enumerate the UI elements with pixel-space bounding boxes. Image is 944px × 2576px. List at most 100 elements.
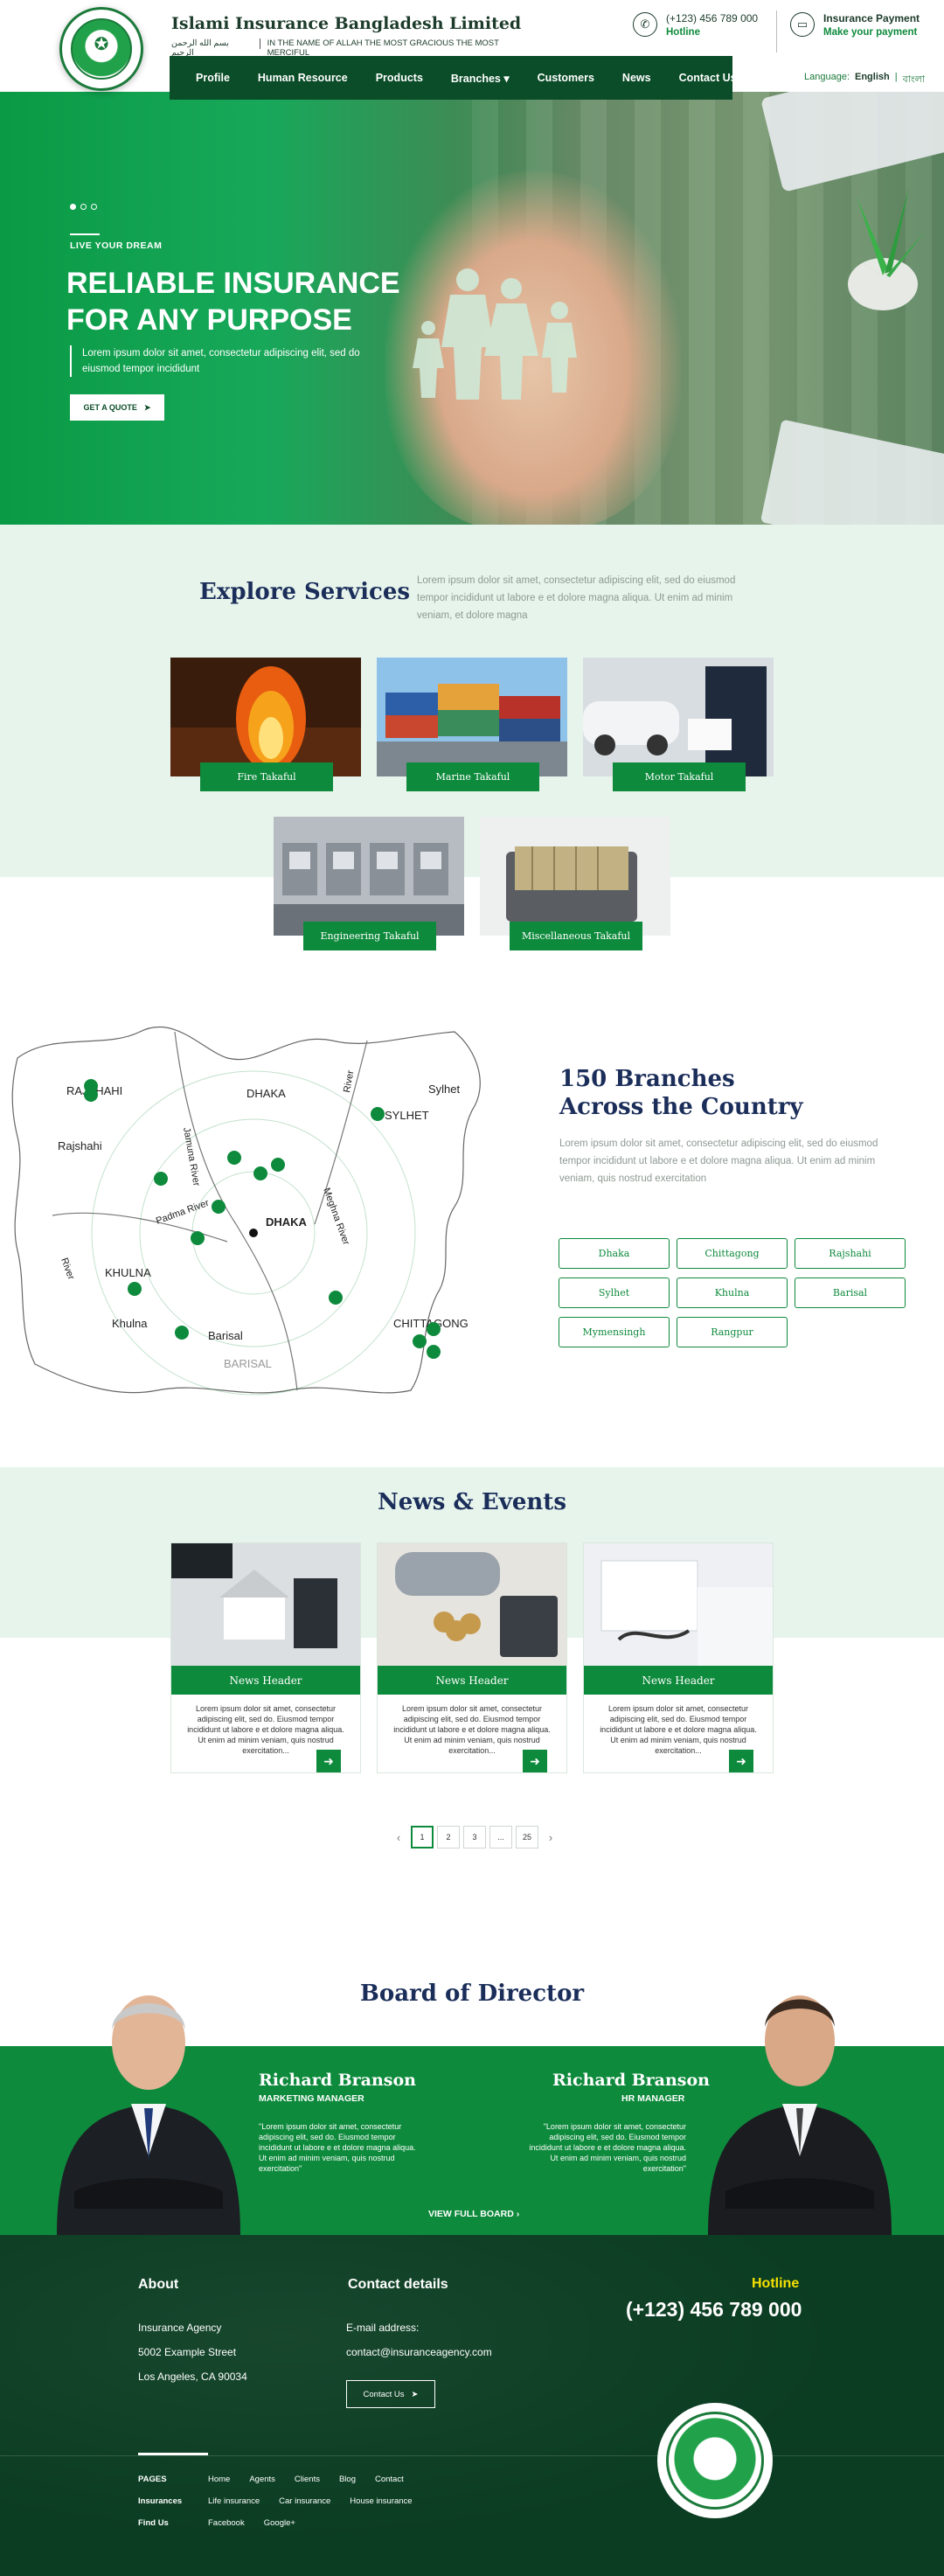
footer-link-google-plus[interactable]: Google+ [264, 2518, 295, 2528]
map-pin-icon[interactable] [175, 1326, 189, 1340]
service-card-marine[interactable]: Marine Takaful [377, 658, 567, 792]
map-pin-icon[interactable] [227, 1151, 241, 1165]
pagination-next[interactable]: › [542, 1826, 559, 1848]
footer-link-home[interactable]: Home [208, 2475, 230, 2484]
footer-about-title: About [138, 2277, 179, 2292]
arabic-tagline: بسم الله الرحمن الرحيم [171, 38, 229, 58]
pagination-prev[interactable]: ‹ [390, 1826, 407, 1848]
branch-button-khulna[interactable]: Khulna [677, 1278, 788, 1308]
language-divider: | [894, 72, 898, 82]
card-icon: ▭ [790, 12, 815, 37]
service-label-fire: Fire Takaful [200, 762, 333, 791]
service-label-marine: Marine Takaful [406, 762, 539, 791]
news-card-3[interactable]: News Header Lorem ipsum dolor sit amet, … [583, 1542, 774, 1773]
pagination-ellipsis: ... [489, 1826, 512, 1848]
arrow-right-icon[interactable]: ➜ [729, 1750, 753, 1772]
header-phone: (+123) 456 789 000 [666, 12, 759, 24]
arrow-right-icon[interactable]: ➜ [316, 1750, 341, 1772]
company-logo[interactable]: ✪ [59, 7, 143, 91]
nav-customers[interactable]: Customers [524, 72, 608, 84]
nav-human-resource[interactable]: Human Resource [244, 72, 362, 84]
footer-link-clients[interactable]: Clients [295, 2475, 320, 2484]
pagination-page-3[interactable]: 3 [463, 1826, 486, 1848]
language-switcher: Language: English | বাংলা [804, 72, 925, 88]
map-pin-icon[interactable] [427, 1345, 441, 1359]
pagination-page-1[interactable]: 1 [411, 1826, 434, 1848]
map-pin-icon[interactable] [271, 1158, 285, 1172]
pagination-page-2[interactable]: 2 [437, 1826, 460, 1848]
nav-news[interactable]: News [608, 72, 665, 84]
news-body-2: Lorem ipsum dolor sit amet, consectetur … [393, 1704, 551, 1755]
nav-products[interactable]: Products [362, 72, 437, 84]
fire-image [170, 658, 361, 776]
get-a-quote-button[interactable]: GET A QUOTE ➤ [70, 394, 164, 421]
hero-eyebrow: LIVE YOUR DREAM [70, 233, 163, 251]
footer-email[interactable]: contact@insuranceagency.com [346, 2340, 492, 2364]
slider-dot-2[interactable] [80, 204, 87, 210]
map-pin-icon[interactable] [154, 1172, 168, 1186]
branch-button-chittagong[interactable]: Chittagong [677, 1238, 788, 1269]
map-pin-icon[interactable] [84, 1088, 98, 1102]
pagination-page-last[interactable]: 25 [516, 1826, 538, 1848]
service-card-fire[interactable]: Fire Takaful [170, 658, 361, 792]
branch-button-barisal[interactable]: Barisal [795, 1278, 906, 1308]
footer-link-contact[interactable]: Contact [375, 2475, 404, 2484]
footer-logo-emblem [666, 2412, 764, 2510]
header-divider [776, 10, 777, 52]
main-navigation: Profile Human Resource Products Branches… [170, 56, 799, 100]
footer-logo[interactable] [657, 2403, 773, 2518]
footer-contact-button[interactable]: Contact Us ➤ [346, 2380, 435, 2408]
header-hotline[interactable]: ✆ (+123) 456 789 000 Hotline [633, 12, 758, 38]
footer-hotline-number[interactable]: (+123) 456 789 000 [626, 2298, 802, 2322]
money-case-image [480, 817, 670, 936]
footer-row-find-us: Find Us Facebook Google+ [138, 2518, 315, 2528]
view-full-board-link[interactable]: VIEW FULL BOARD › [428, 2209, 519, 2219]
english-tagline: IN THE NAME OF ALLAH THE MOST GRACIOUS T… [267, 38, 499, 58]
branch-button-rangpur[interactable]: Rangpur [677, 1317, 788, 1347]
nav-contact-us[interactable]: Contact Us [665, 72, 751, 84]
footer-row-label: PAGES [138, 2475, 167, 2484]
services-description: Lorem ipsum dolor sit amet, consectetur … [417, 575, 736, 621]
service-card-motor[interactable]: Motor Takaful [583, 658, 774, 792]
branch-button-sylhet[interactable]: Sylhet [559, 1278, 670, 1308]
branch-button-dhaka[interactable]: Dhaka [559, 1238, 670, 1269]
news-title: News & Events [378, 1489, 566, 1515]
footer-link-blog[interactable]: Blog [339, 2475, 356, 2484]
service-card-engineering[interactable]: Engineering Takaful [274, 817, 464, 951]
map-label-dhaka-city: DHAKA [266, 1215, 308, 1229]
map-pin-icon[interactable] [212, 1200, 226, 1214]
footer-link-agents[interactable]: Agents [249, 2475, 275, 2484]
phone-icon: ✆ [633, 12, 657, 37]
branches-title: 150 Branches Across the Country [559, 1065, 803, 1121]
branch-button-mymensingh[interactable]: Mymensingh [559, 1317, 670, 1347]
footer-link-car-insurance[interactable]: Car insurance [279, 2496, 330, 2506]
branch-button-rajshahi[interactable]: Rajshahi [795, 1238, 906, 1269]
slider-dot-1[interactable] [70, 204, 76, 210]
language-bangla[interactable]: বাংলা [903, 72, 925, 88]
map-pin-icon[interactable] [427, 1322, 441, 1336]
map-label-river-west: River [59, 1257, 76, 1282]
arrow-right-icon[interactable]: ➜ [523, 1750, 547, 1772]
map-pin-icon[interactable] [128, 1282, 142, 1296]
nav-profile[interactable]: Profile [182, 72, 244, 84]
news-card-1[interactable]: News Header Lorem ipsum dolor sit amet, … [170, 1542, 361, 1773]
footer-link-house-insurance[interactable]: House insurance [350, 2496, 412, 2506]
map-pin-icon[interactable] [371, 1107, 385, 1121]
footer-link-life-insurance[interactable]: Life insurance [208, 2496, 260, 2506]
map-pin-icon[interactable] [191, 1231, 205, 1245]
slider-dot-3[interactable] [91, 204, 97, 210]
service-card-miscellaneous[interactable]: Miscellaneous Takaful [480, 817, 670, 951]
map-pin-icon[interactable] [413, 1334, 427, 1348]
branches-title-line1: 150 Branches [559, 1066, 735, 1092]
hero-slider-dots [70, 204, 97, 210]
branches-title-line2: Across the Country [559, 1094, 803, 1120]
news-card-2[interactable]: News Header Lorem ipsum dolor sit amet, … [377, 1542, 567, 1773]
insurance-payment-link[interactable]: ▭ Insurance Payment Make your payment [790, 12, 920, 38]
language-english[interactable]: English [855, 72, 890, 88]
map-pin-icon[interactable] [253, 1166, 267, 1180]
map-label-sylhet-city: Sylhet [428, 1083, 461, 1096]
footer-row-label: Find Us [138, 2518, 169, 2528]
footer-link-facebook[interactable]: Facebook [208, 2518, 245, 2528]
map-pin-icon[interactable] [329, 1291, 343, 1305]
nav-branches[interactable]: Branches ▾ [437, 72, 524, 85]
